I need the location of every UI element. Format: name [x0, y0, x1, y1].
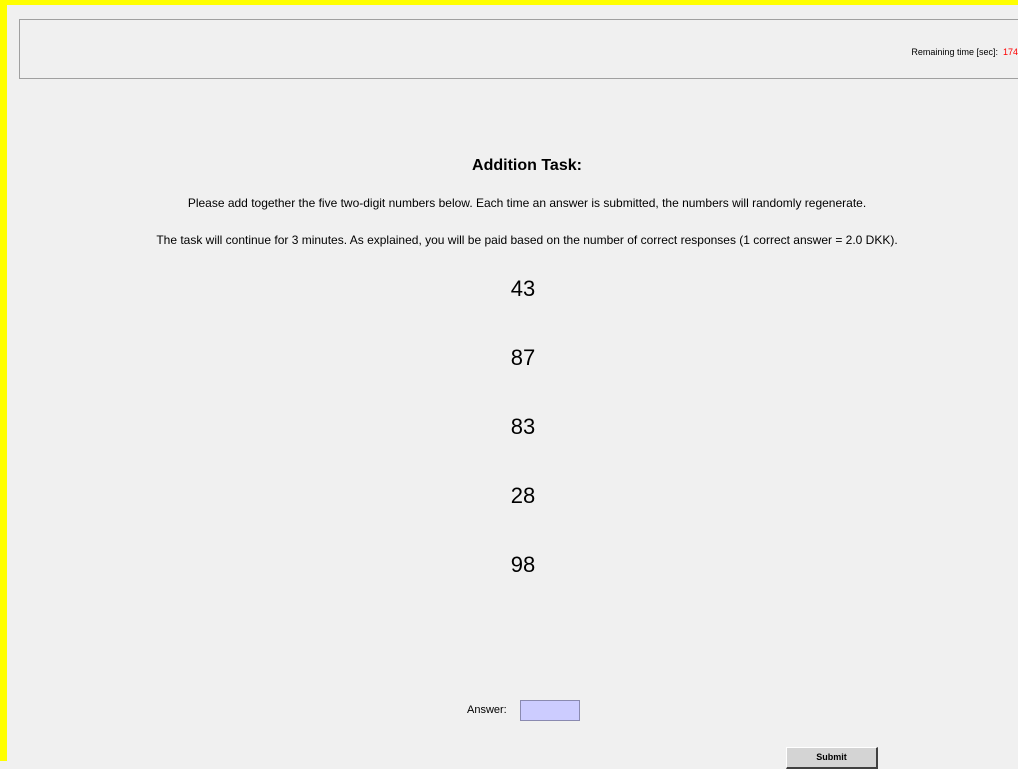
remaining-time-label: Remaining time [sec]: [911, 47, 998, 57]
number-1: 43 [510, 276, 536, 301]
number-5: 98 [510, 552, 536, 577]
number-2: 87 [510, 345, 536, 370]
remaining-time: Remaining time [sec]: 174 [911, 47, 1018, 57]
header-bar: Remaining time [sec]: 174 [19, 19, 1018, 79]
remaining-time-value: 174 [1002, 47, 1018, 57]
number-3: 83 [510, 414, 536, 439]
answer-input[interactable] [520, 700, 580, 721]
task-instruction-1: Please add together the five two-digit n… [187, 196, 867, 210]
task-instruction-2: The task will continue for 3 minutes. As… [156, 233, 898, 247]
submit-button[interactable]: Submit [786, 747, 878, 769]
answer-label: Answer: [467, 704, 507, 716]
window-frame: Remaining time [sec]: 174 Addition Task: … [0, 0, 1018, 769]
number-4: 28 [510, 483, 536, 508]
task-title: Addition Task: [472, 157, 582, 174]
